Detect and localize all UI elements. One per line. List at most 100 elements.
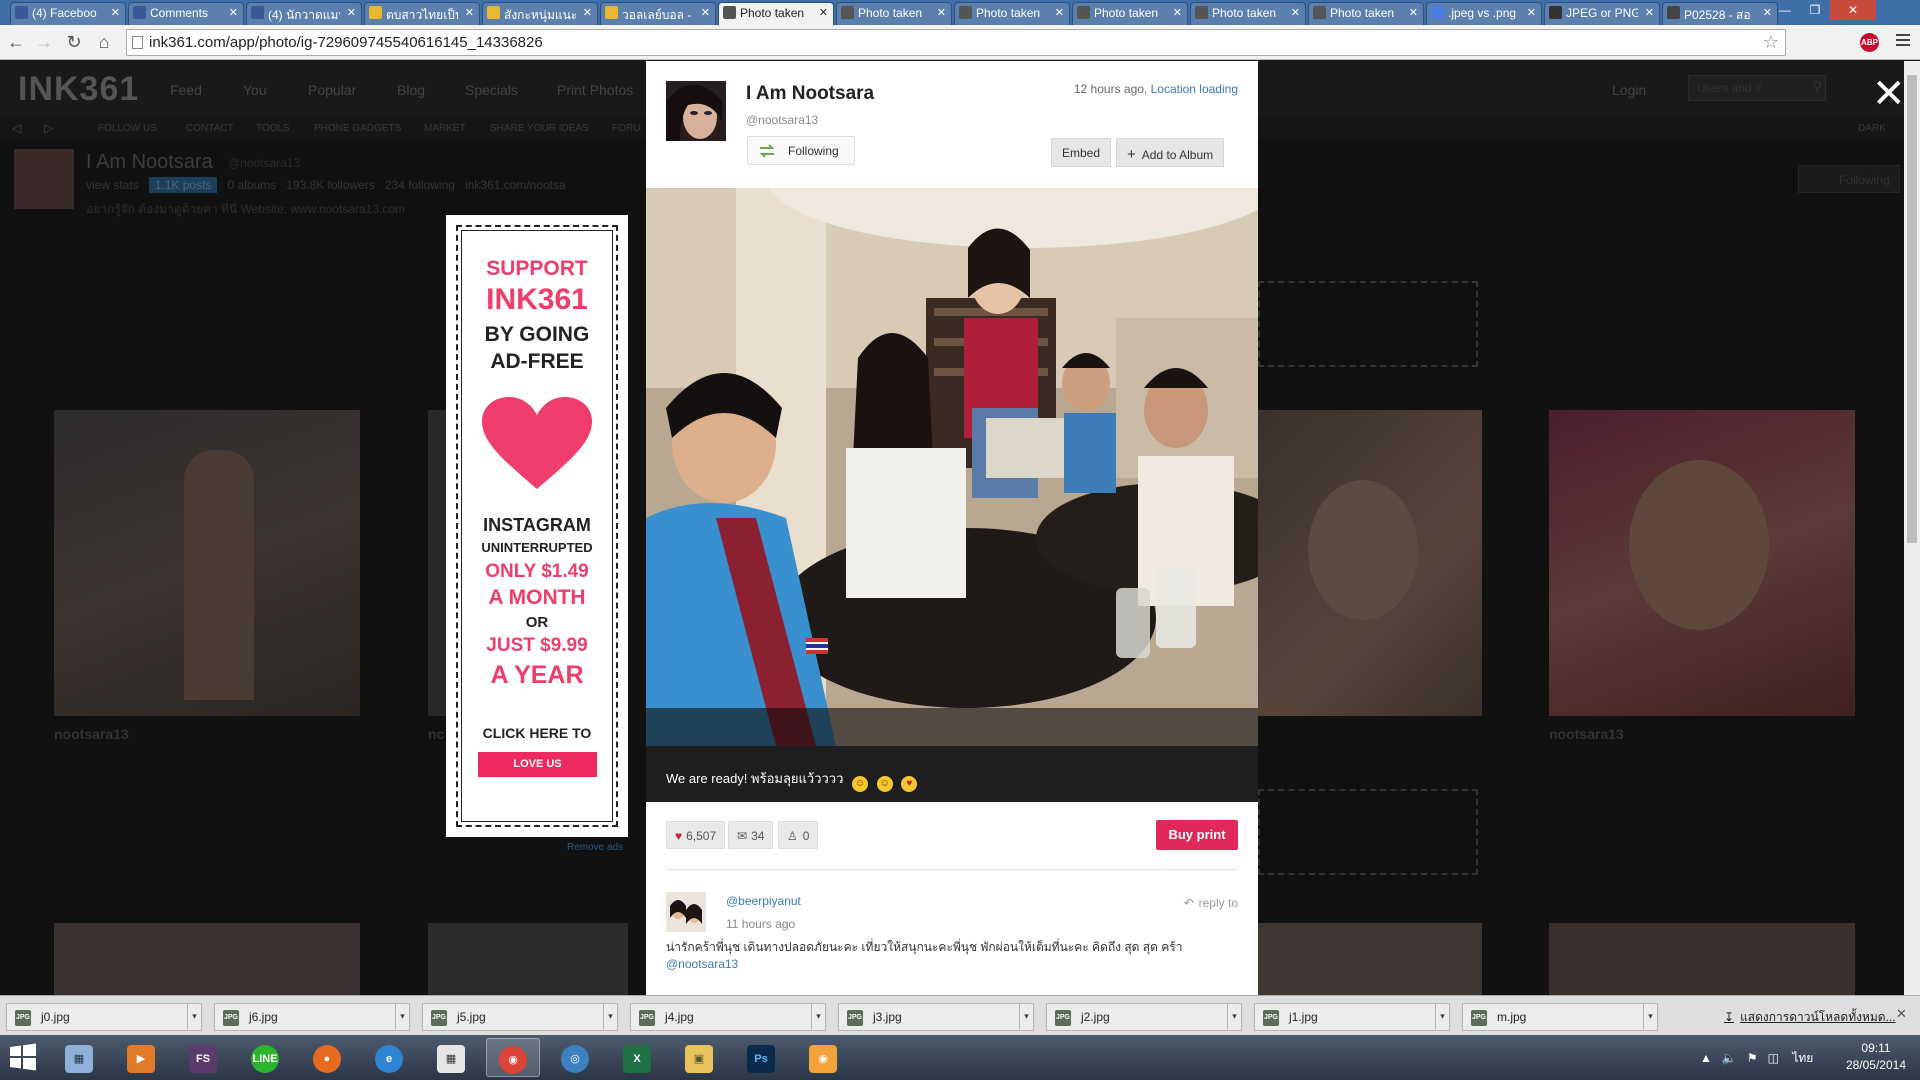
main-photo[interactable]	[646, 188, 1258, 746]
comment-user-link[interactable]: @beerpiyanut	[726, 894, 801, 908]
language-indicator[interactable]: ไทย	[1792, 1051, 1813, 1065]
download-item[interactable]: JPGj6.jpg▾	[214, 1003, 410, 1031]
photo-thumbnail[interactable]	[1258, 923, 1482, 995]
browser-tab[interactable]: Photo taken✕	[1308, 2, 1424, 25]
nav-popular[interactable]: Popular	[308, 82, 356, 98]
minimize-button[interactable]: —	[1770, 0, 1800, 20]
photo-thumbnail[interactable]	[54, 410, 360, 716]
download-item[interactable]: JPGj3.jpg▾	[838, 1003, 1034, 1031]
photo-thumbnail[interactable]	[428, 923, 628, 995]
download-item[interactable]: JPGj5.jpg▾	[422, 1003, 618, 1031]
browser-tab[interactable]: (4) Faceboo✕	[10, 2, 126, 25]
search-icon[interactable]: ⚲	[1812, 78, 1822, 95]
subnav-follow-us[interactable]: FOLLOW US	[98, 123, 157, 134]
user-search-input[interactable]: Users and #	[1688, 75, 1826, 101]
home-icon[interactable]: ⌂	[92, 30, 116, 54]
close-tab-icon[interactable]: ✕	[229, 6, 238, 19]
browser-tab[interactable]: Photo taken✕	[718, 2, 834, 25]
browser-tab[interactable]: Photo taken✕	[1072, 2, 1188, 25]
browser-tab[interactable]: วอลเลย์บอล -✕	[600, 2, 716, 25]
scrollbar-thumb[interactable]	[1907, 75, 1917, 543]
subnav-market[interactable]: MARKET	[424, 123, 466, 134]
adblock-icon[interactable]: ABP	[1860, 33, 1879, 52]
chrome-menu-icon[interactable]	[1896, 34, 1910, 49]
view-stats-link[interactable]: view stats	[86, 178, 139, 192]
thumbnail-caption[interactable]: nc	[428, 726, 444, 742]
address-bar[interactable]: ink361.com/app/photo/ig-7296097455406161…	[126, 29, 1786, 56]
subnav-tools[interactable]: TOOLS	[256, 123, 290, 134]
close-window-button[interactable]: ✕	[1830, 0, 1876, 20]
browser-tab[interactable]: Comments✕	[128, 2, 244, 25]
subnav-contact[interactable]: CONTACT	[186, 123, 234, 134]
taskbar-clock[interactable]: 09:11 28/05/2014	[1846, 1040, 1906, 1074]
albums-count[interactable]: 0 albums	[227, 178, 276, 192]
close-tab-icon[interactable]: ✕	[819, 6, 828, 19]
download-menu-chevron-icon[interactable]: ▾	[1227, 1003, 1241, 1031]
download-menu-chevron-icon[interactable]: ▾	[811, 1003, 825, 1031]
excel-app-icon[interactable]: X	[610, 1038, 664, 1077]
windows-start-icon[interactable]	[8, 1042, 38, 1072]
calculator-app-icon[interactable]: ▦	[52, 1038, 106, 1077]
nav-blog[interactable]: Blog	[397, 82, 425, 98]
subnav-forum[interactable]: FORU	[612, 123, 640, 134]
download-item[interactable]: JPGj1.jpg▾	[1254, 1003, 1450, 1031]
login-link[interactable]: Login	[1612, 82, 1646, 98]
browser-tab[interactable]: ตบสาวไทยเป็น✕	[364, 2, 480, 25]
location-link[interactable]: Location loading	[1151, 82, 1238, 96]
forward-icon[interactable]: →	[32, 30, 56, 54]
download-item[interactable]: JPGj0.jpg▾	[6, 1003, 202, 1031]
download-menu-chevron-icon[interactable]: ▾	[1435, 1003, 1449, 1031]
download-item[interactable]: JPGj2.jpg▾	[1046, 1003, 1242, 1031]
nav-print-photos[interactable]: Print Photos	[557, 82, 633, 98]
photo-viewer-app-icon[interactable]: ◉	[796, 1038, 850, 1077]
bookmark-star-icon[interactable]: ☆	[1763, 32, 1779, 53]
download-menu-chevron-icon[interactable]: ▾	[1643, 1003, 1657, 1031]
follow-button[interactable]: Following	[747, 136, 855, 165]
nav-feed[interactable]: Feed	[170, 82, 202, 98]
buy-print-button[interactable]: Buy print	[1156, 820, 1238, 850]
close-tab-icon[interactable]: ✕	[701, 6, 710, 19]
fs-app-icon[interactable]: FS	[176, 1038, 230, 1077]
close-tab-icon[interactable]: ✕	[1409, 6, 1418, 19]
apps-grid-icon[interactable]: ▦	[424, 1038, 478, 1077]
photo-user-name[interactable]: I Am Nootsara	[746, 83, 874, 105]
comment-mention-link[interactable]: @nootsara13	[666, 957, 738, 971]
reload-icon[interactable]: ↻	[62, 30, 86, 54]
close-tab-icon[interactable]: ✕	[347, 6, 356, 19]
photo-thumbnail[interactable]	[1549, 923, 1855, 995]
close-tab-icon[interactable]: ✕	[465, 6, 474, 19]
profile-link[interactable]: ink361.com/nootsa	[465, 178, 566, 192]
subnav-phone-gadgets[interactable]: PHONE GADGETS	[314, 123, 401, 134]
browser-tab[interactable]: .jpeg vs .png✕	[1426, 2, 1542, 25]
thumbnail-caption[interactable]: nootsara13	[54, 726, 129, 742]
page-scrollbar[interactable]	[1904, 61, 1920, 995]
thumbnail-caption[interactable]: nootsara13	[1549, 726, 1624, 742]
tray-up-icon[interactable]: ▲	[1700, 1051, 1712, 1065]
nav-you[interactable]: You	[243, 82, 267, 98]
close-tab-icon[interactable]: ✕	[1291, 6, 1300, 19]
close-tab-icon[interactable]: ✕	[937, 6, 946, 19]
back-icon[interactable]: ←	[4, 30, 28, 54]
close-tab-icon[interactable]: ✕	[583, 6, 592, 19]
close-tab-icon[interactable]: ✕	[1055, 6, 1064, 19]
support-ad[interactable]: SUPPORT INK361 BY GOING AD-FREE INSTAGRA…	[446, 215, 628, 837]
photoshop-app-icon[interactable]: Ps	[734, 1038, 788, 1077]
globe-app-icon[interactable]: ◎	[548, 1038, 602, 1077]
posts-count[interactable]: 1.1K posts	[149, 177, 218, 193]
browser-tab[interactable]: (4) นักวาดแมปป์✕	[246, 2, 362, 25]
photo-user-handle[interactable]: @nootsara13	[746, 113, 818, 127]
download-menu-chevron-icon[interactable]: ▾	[395, 1003, 409, 1031]
maximize-button[interactable]: ❐	[1800, 0, 1830, 20]
photo-thumbnail[interactable]	[54, 923, 360, 995]
embed-button[interactable]: Embed	[1051, 138, 1111, 167]
sub-next-icon[interactable]: ▷	[44, 121, 53, 135]
close-tab-icon[interactable]: ✕	[1527, 6, 1536, 19]
profile-avatar[interactable]	[14, 149, 74, 209]
add-to-album-button[interactable]: +Add to Album	[1116, 138, 1224, 167]
download-menu-chevron-icon[interactable]: ▾	[187, 1003, 201, 1031]
flag-icon[interactable]: ⚑	[1747, 1051, 1758, 1065]
media-player-app-icon[interactable]: ▶	[114, 1038, 168, 1077]
user-avatar[interactable]	[666, 81, 726, 141]
download-item[interactable]: JPGj4.jpg▾	[630, 1003, 826, 1031]
profile-follow-button[interactable]: Following	[1798, 165, 1900, 193]
